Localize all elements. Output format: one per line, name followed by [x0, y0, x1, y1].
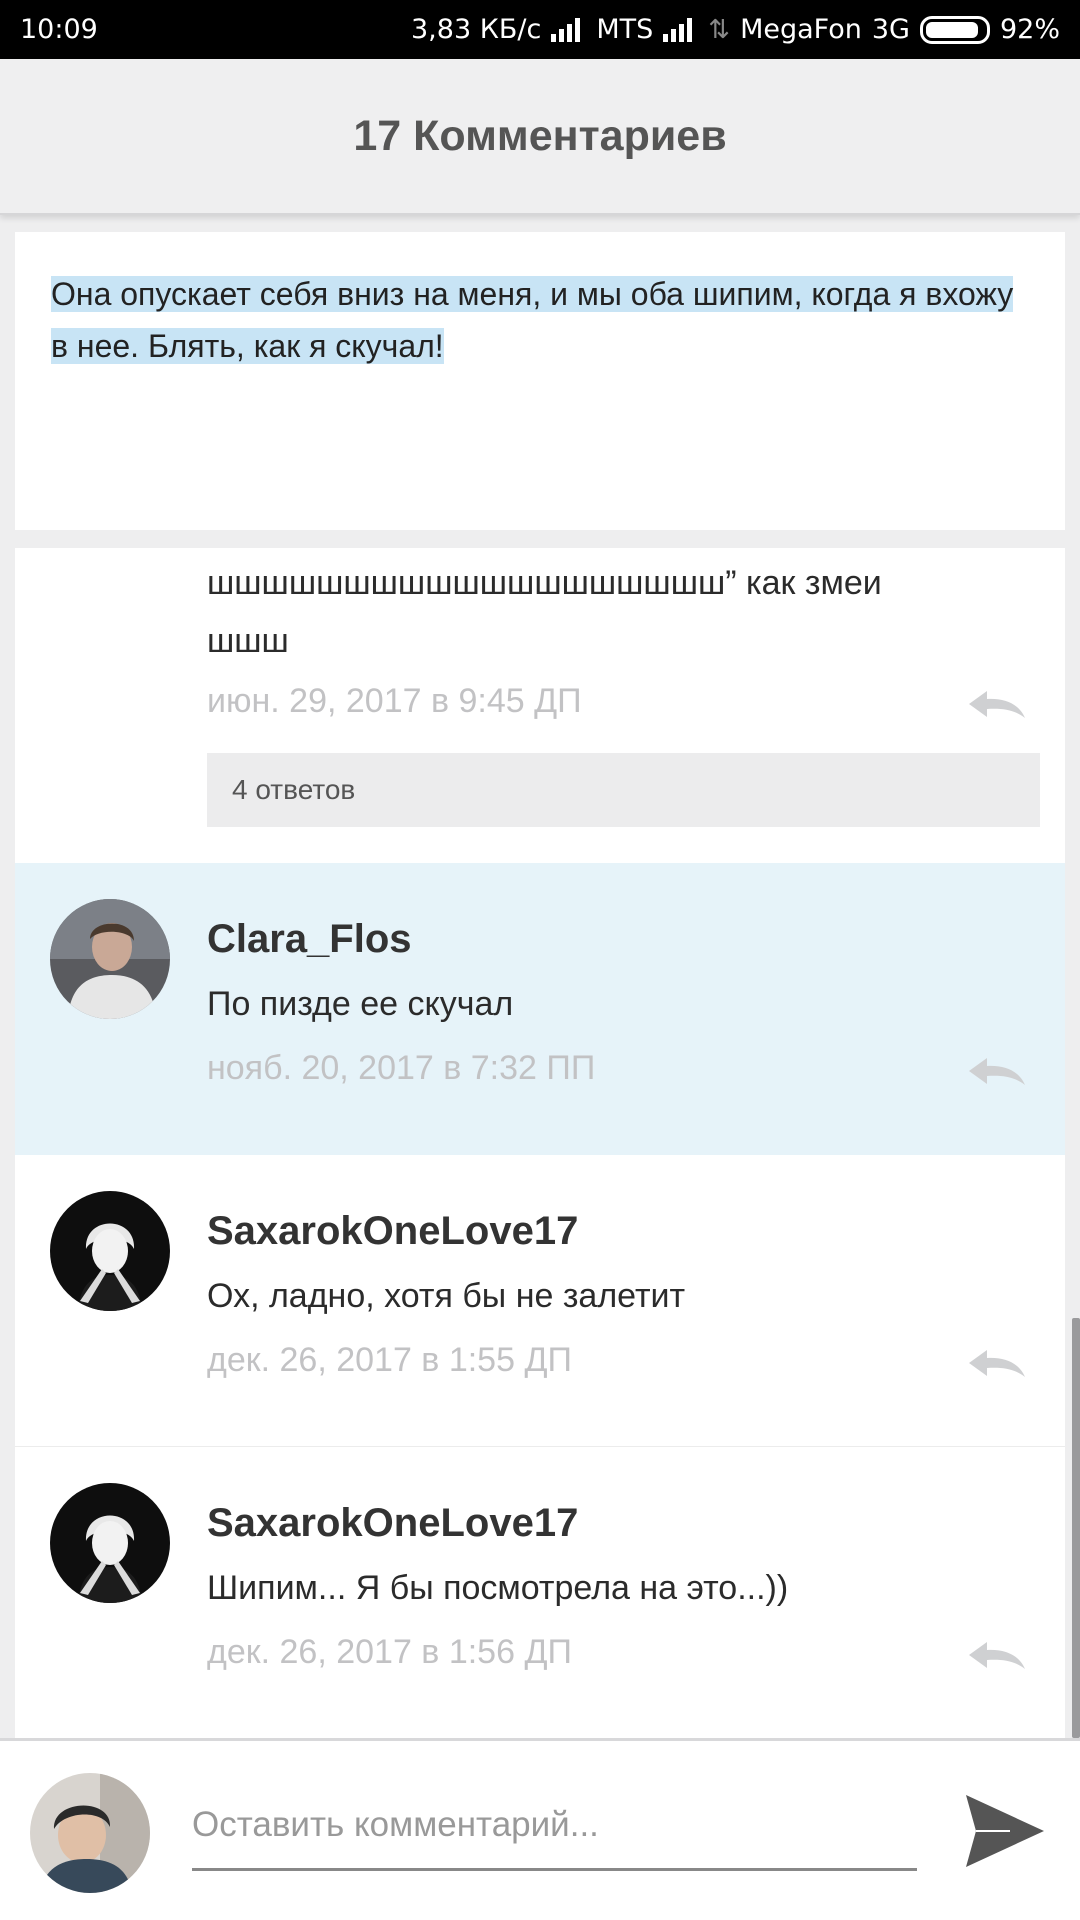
comment-text-fragment: шшшшшшшшшшшшшшшшшшш” как змеи шшш	[207, 564, 882, 660]
comment-text: Ох, ладно, хотя бы не залетит	[207, 1277, 686, 1315]
comment-item: SaxarokOneLove17 Ох, ладно, хотя бы не з…	[15, 1155, 1065, 1447]
comments-header: 17 Комментариев	[0, 59, 1080, 215]
comment-composer	[0, 1738, 1080, 1920]
comment-timestamp: дек. 26, 2017 в 1:56 ДП	[207, 1633, 572, 1671]
comment-author[interactable]: Clara_Flos	[207, 917, 412, 962]
comment-author[interactable]: SaxarokOneLove17	[207, 1209, 578, 1254]
signal-icon	[663, 17, 693, 42]
comment-timestamp: нояб. 20, 2017 в 7:32 ПП	[207, 1049, 596, 1087]
avatar[interactable]	[50, 1191, 170, 1311]
network-type: 3G	[871, 14, 910, 45]
page-title: 17 Комментариев	[353, 111, 727, 160]
comment-list[interactable]: шшшшшшшшшшшшшшшшшшш” как змеи шшш июн. 2…	[15, 548, 1065, 1738]
data-transfer-icon: ⇅	[708, 14, 731, 45]
comment-item: SaxarokOneLove17 Шипим... Я бы посмотрел…	[15, 1447, 1065, 1738]
avatar[interactable]	[50, 1483, 170, 1603]
view-replies-button[interactable]: 4 ответов	[207, 753, 1040, 827]
reply-arrow-icon[interactable]	[965, 1639, 1029, 1675]
reply-arrow-icon[interactable]	[965, 1055, 1029, 1091]
carrier-2: MegaFon	[740, 14, 862, 45]
battery-icon	[919, 15, 990, 44]
selected-text: Она опускает себя вниз на меня, и мы оба…	[51, 276, 1014, 364]
battery-level: 92%	[999, 14, 1060, 45]
avatar	[30, 1773, 150, 1893]
status-time: 10:09	[20, 14, 98, 45]
replies-count-label: 4 ответов	[232, 774, 356, 805]
avatar[interactable]	[50, 899, 170, 1019]
comment-item: Clara_Flos По пизде ее скучал нояб. 20, …	[15, 863, 1065, 1155]
comment-text: Шипим... Я бы посмотрела на это...))	[207, 1569, 789, 1607]
status-bar: 10:09 3,83 КБ/с MTS ⇅ MegaFon 3G 92%	[0, 0, 1080, 59]
signal-icon	[551, 17, 581, 42]
network-speed: 3,83 КБ/с	[411, 14, 542, 45]
comment-timestamp: дек. 26, 2017 в 1:55 ДП	[207, 1341, 572, 1379]
comment-timestamp: июн. 29, 2017 в 9:45 ДП	[207, 682, 582, 720]
reply-arrow-icon[interactable]	[965, 1347, 1029, 1383]
quoted-passage: Она опускает себя вниз на меня, и мы оба…	[51, 268, 1031, 372]
comment-author[interactable]: SaxarokOneLove17	[207, 1501, 578, 1546]
comment-input[interactable]	[192, 1781, 917, 1871]
comment-text: По пизде ее скучал	[207, 985, 514, 1023]
reply-arrow-icon[interactable]	[965, 688, 1029, 724]
carrier-1: MTS	[596, 14, 654, 45]
scrollbar[interactable]	[1072, 1318, 1080, 1738]
quoted-passage-card: Она опускает себя вниз на меня, и мы оба…	[15, 232, 1065, 530]
send-icon[interactable]	[962, 1791, 1047, 1871]
